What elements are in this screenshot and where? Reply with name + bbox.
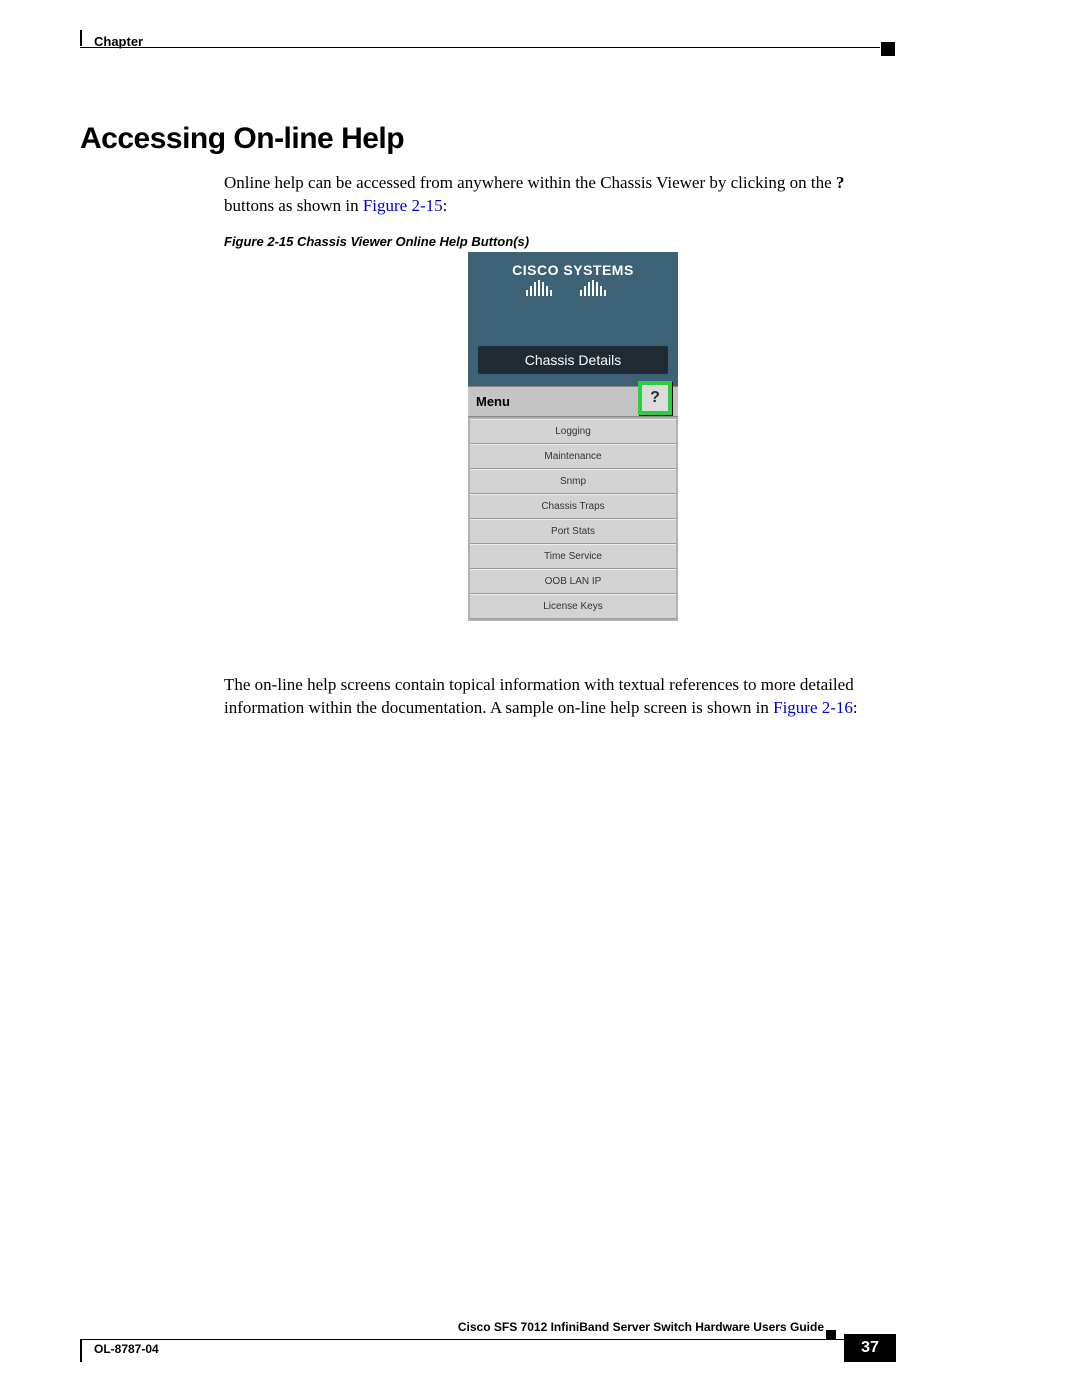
chassis-details-header: Chassis Details [478, 346, 668, 374]
menu-item-logging[interactable]: Logging [470, 419, 676, 444]
figure-xref-2-15[interactable]: Figure 2-15 [363, 196, 443, 215]
header-square-icon [881, 42, 895, 56]
figure-screenshot: CISCO SYSTEMS Chassis Details Menu ? Log… [468, 252, 678, 621]
footer-rule [80, 1339, 896, 1340]
menu-item-snmp[interactable]: Snmp [470, 469, 676, 494]
menu-item-port-stats[interactable]: Port Stats [470, 519, 676, 544]
para1-text-post: buttons as shown in [224, 196, 363, 215]
menu-item-license-keys[interactable]: License Keys [470, 594, 676, 619]
header-rule [80, 47, 880, 48]
menu-area: Menu ? Logging Maintenance Snmp Chassis … [468, 386, 678, 621]
para2-tail: : [853, 698, 858, 717]
paragraph-2: The on-line help screens contain topical… [224, 674, 894, 720]
menu-header: Menu ? [468, 387, 678, 417]
section-heading: Accessing On-line Help [80, 122, 404, 156]
footer-doc-id: OL-8787-04 [94, 1342, 159, 1356]
para1-tail: : [443, 196, 448, 215]
footer-guide-title: Cisco SFS 7012 InfiniBand Server Switch … [458, 1320, 824, 1334]
figure-caption: Figure 2-15 Chassis Viewer Online Help B… [224, 234, 529, 249]
cisco-logo: CISCO SYSTEMS [468, 252, 678, 300]
menu-item-maintenance[interactable]: Maintenance [470, 444, 676, 469]
question-icon: ? [650, 389, 660, 407]
menu-label: Menu [476, 394, 510, 409]
page-number: 37 [844, 1334, 896, 1362]
footer-square-icon [826, 1330, 836, 1340]
chapter-label: Chapter [94, 34, 143, 49]
cisco-logo-text: CISCO SYSTEMS [468, 262, 678, 278]
menu-list: Logging Maintenance Snmp Chassis Traps P… [468, 417, 678, 621]
menu-item-chassis-traps[interactable]: Chassis Traps [470, 494, 676, 519]
para1-bold-q: ? [836, 173, 845, 192]
para1-text-pre: Online help can be accessed from anywher… [224, 173, 836, 192]
menu-item-oob-lan-ip[interactable]: OOB LAN IP [470, 569, 676, 594]
figure-xref-2-16[interactable]: Figure 2-16 [773, 698, 853, 717]
page-footer: Cisco SFS 7012 InfiniBand Server Switch … [80, 1330, 896, 1370]
cisco-bridge-icon [468, 280, 678, 296]
menu-item-time-service[interactable]: Time Service [470, 544, 676, 569]
help-button[interactable]: ? [638, 381, 672, 415]
header-tick [80, 30, 82, 46]
paragraph-1: Online help can be accessed from anywher… [224, 172, 894, 218]
para2-text-pre: The on-line help screens contain topical… [224, 675, 854, 717]
footer-tick [80, 1340, 82, 1362]
